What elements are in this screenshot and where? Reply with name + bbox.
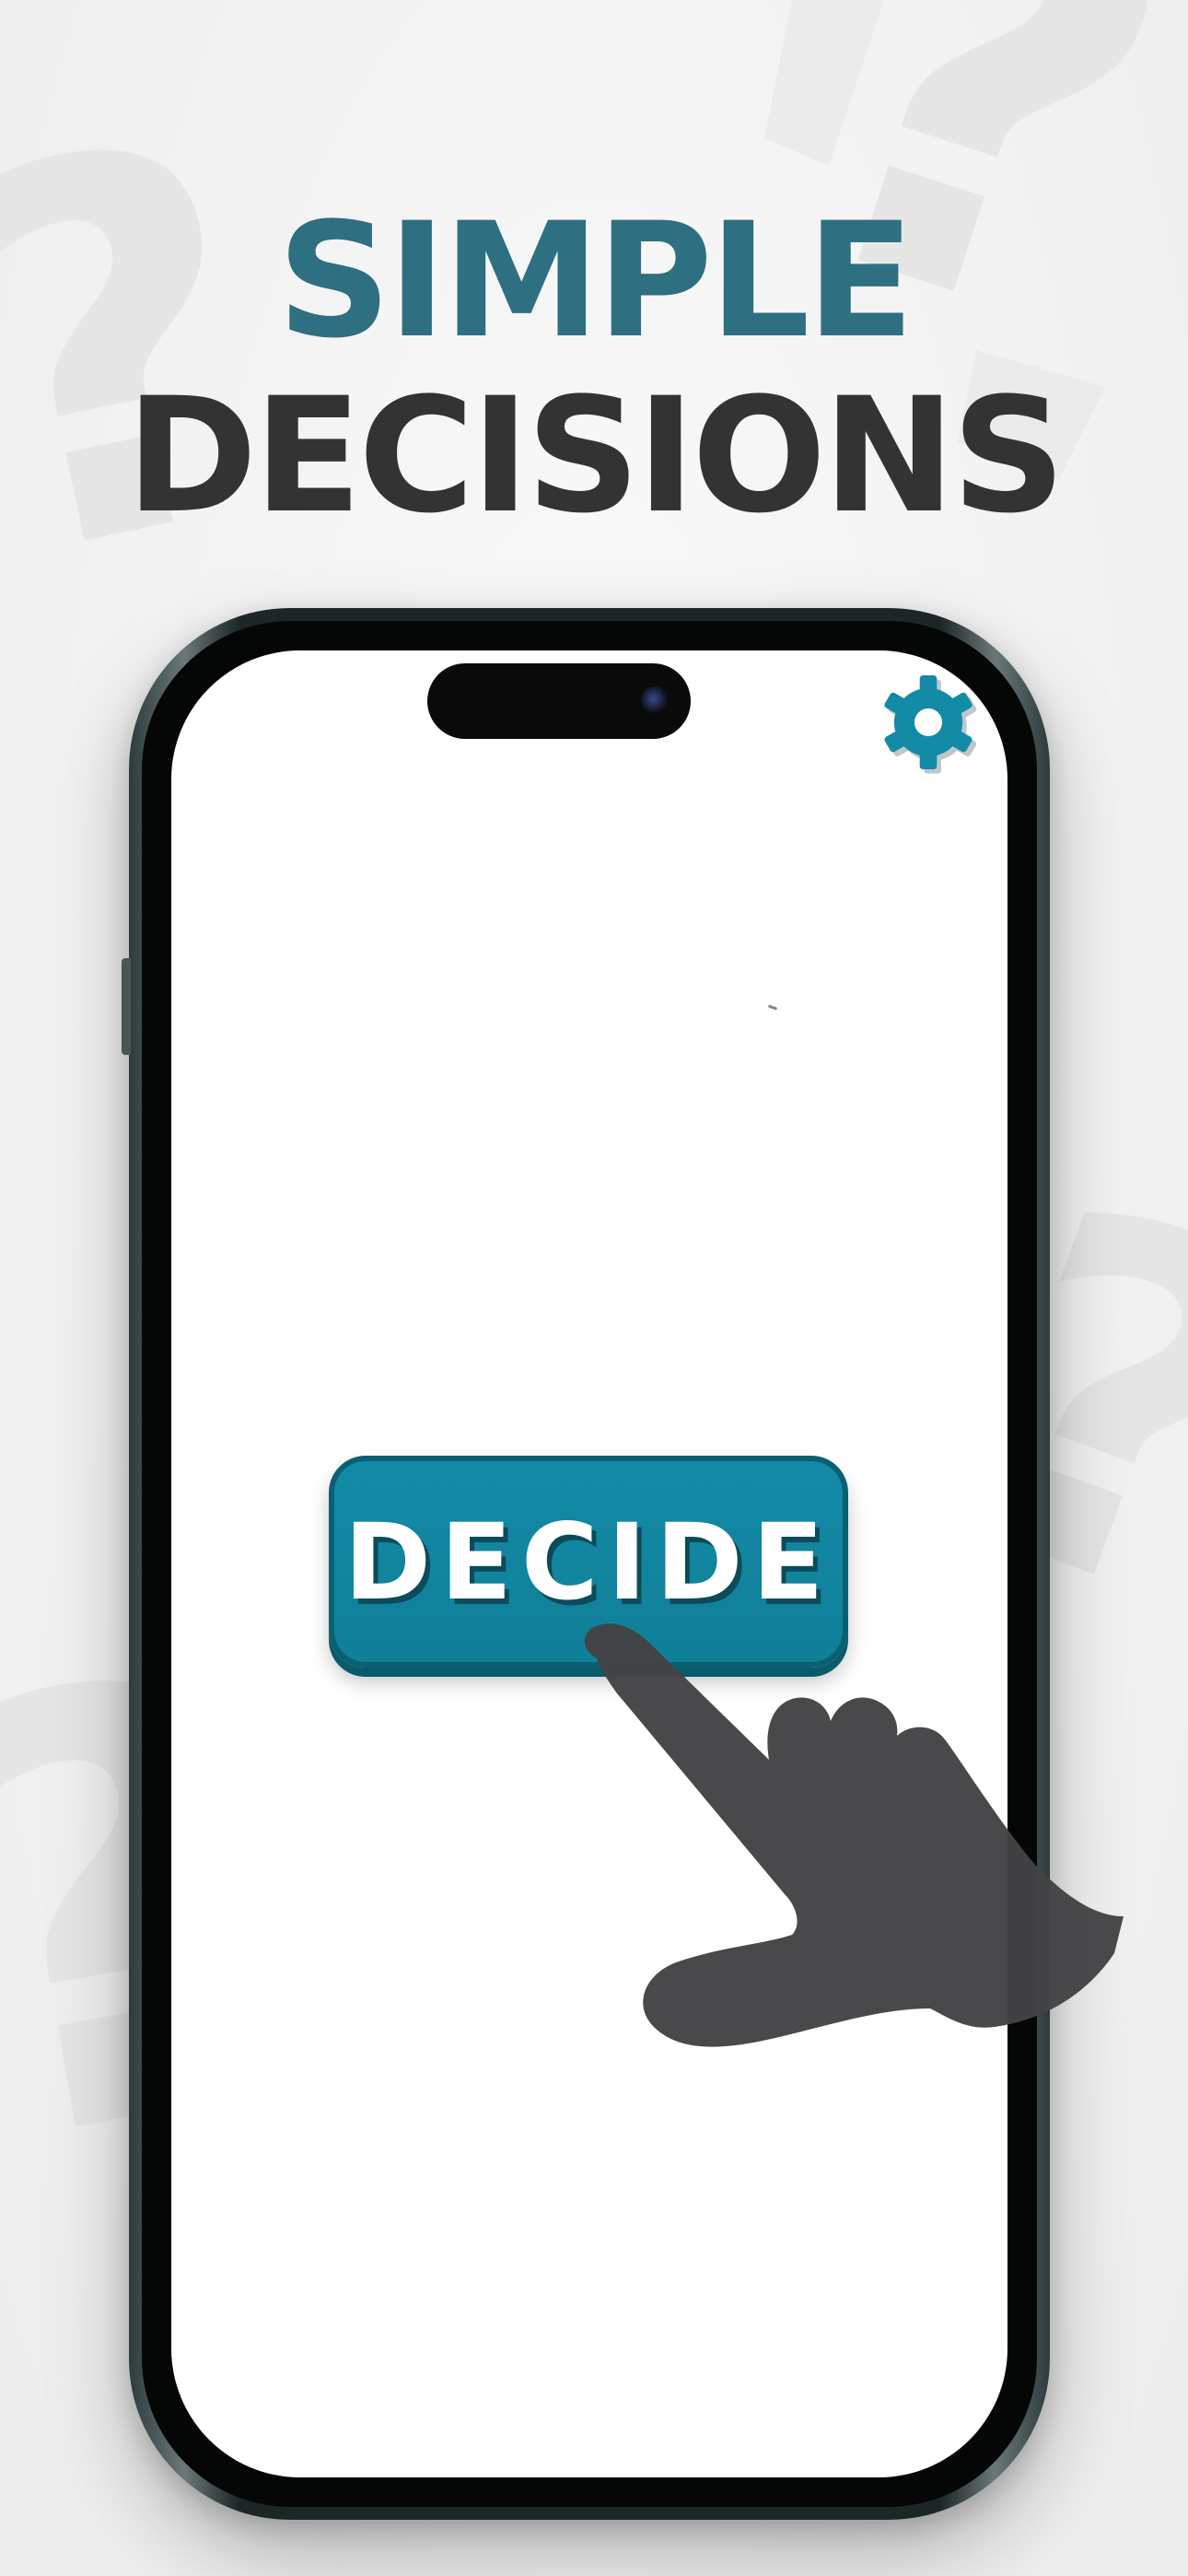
front-camera <box>641 686 669 714</box>
decide-button[interactable]: DECIDE <box>329 1456 848 1668</box>
headline-line-1: SIMPLE <box>276 188 914 373</box>
decide-button-label: DECIDE <box>344 1500 833 1623</box>
promo-page: ? ? ? ? SIMPLE DECISIONS <box>0 0 1188 2576</box>
dynamic-island <box>427 663 691 739</box>
gear-icon <box>884 674 977 774</box>
settings-button[interactable] <box>875 669 982 776</box>
headline-line-2: DECISIONS <box>125 363 1066 548</box>
phone-volume-button <box>122 963 131 1055</box>
